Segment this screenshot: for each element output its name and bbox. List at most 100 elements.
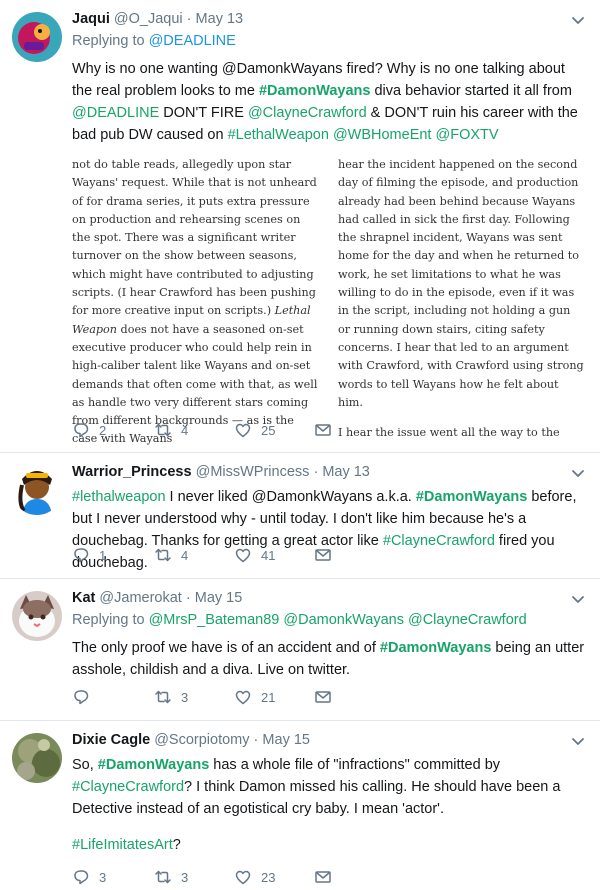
like-button[interactable]: 23 [234,868,314,886]
retweet-icon [154,868,181,886]
reply-button[interactable] [72,688,154,706]
tweet-text: The only proof we have is of an accident… [72,637,586,681]
mention-link[interactable]: @WBHomeEnt [333,127,432,143]
avatar[interactable] [12,465,62,515]
replying-to-label: Replying to [72,612,145,628]
display-name[interactable]: Warrior_Princess [72,464,192,480]
reply-icon [72,421,99,439]
text-segment: The only proof we have is of an accident… [72,640,380,656]
direct-message-button[interactable] [314,868,341,886]
article-paragraph: I hear the issue went all the way to the [338,426,560,440]
chevron-down-icon[interactable] [570,733,586,749]
text-segment: diva behavior started it all from [370,83,572,99]
direct-message-button[interactable] [314,546,341,564]
tweet-date[interactable]: May 15 [195,590,243,606]
reply-icon [72,688,99,706]
like-button[interactable]: 41 [234,546,314,564]
chevron-down-icon[interactable] [570,465,586,481]
retweet-button[interactable]: 4 [154,421,234,439]
text-segment: has a whole file of "infractions" commit… [209,757,501,773]
avatar[interactable] [12,733,62,783]
hashtag-link[interactable]: #DamonWayans [416,489,527,505]
article-text: not do table reads, allegedly upon star … [72,158,317,318]
reply-button[interactable]: 1 [72,546,154,564]
tweet[interactable]: Kat @Jamerokat · May 15 Replying to @Mrs… [0,579,600,721]
tweet-date[interactable]: May 13 [322,464,370,480]
tweet-date[interactable]: May 15 [262,732,310,748]
hashtag-link[interactable]: #ClayneCrawford [383,533,495,549]
like-count: 21 [261,689,276,705]
tweet-actions: 3 3 23 [72,857,341,890]
tweet-text-second-paragraph: #LifeImitatesArt? [72,834,586,856]
reply-button[interactable]: 3 [72,868,154,886]
display-name[interactable]: Jaqui [72,11,110,27]
hashtag-link[interactable]: #LifeImitatesArt [72,837,173,853]
separator-dot: · [185,590,191,606]
hashtag-link[interactable]: #DamonWayans [380,640,491,656]
article-paragraph: hear the incident happened on the second… [338,158,584,409]
envelope-icon [314,688,341,706]
retweet-count: 4 [181,547,189,563]
mention-link[interactable]: @DamonkWayans [283,612,404,628]
separator-dot: · [313,464,319,480]
separator-dot: · [253,732,259,748]
retweet-count: 3 [181,869,189,885]
user-handle[interactable]: @MissWPrincess [196,464,310,480]
mention-link[interactable]: @DEADLINE [72,105,159,121]
hashtag-link[interactable]: #lethalweapon [72,489,166,505]
reply-count: 2 [99,422,107,438]
direct-message-button[interactable] [314,421,341,439]
heart-icon [234,688,261,706]
display-name[interactable]: Dixie Cagle [72,732,150,748]
retweet-count: 4 [181,422,189,438]
replying-to-label: Replying to [72,33,145,49]
mention-link[interactable]: @DEADLINE [149,33,236,49]
like-button[interactable]: 25 [234,421,314,439]
hashtag-link[interactable]: #DamonWayans [98,757,209,773]
display-name[interactable]: Kat [72,590,95,606]
tweet-header: Dixie Cagle @Scorpiotomy · May 15 [72,731,586,750]
mention-link[interactable]: @FOXTV [436,127,499,143]
tweet-text: So, #DamonWayans has a whole file of "in… [72,754,586,820]
tweet[interactable]: Dixie Cagle @Scorpiotomy · May 15 So, #D… [0,721,600,890]
mention-link[interactable]: @MrsP_Bateman89 [149,612,280,628]
user-handle[interactable]: @Jamerokat [99,590,181,606]
tweet-header: Kat @Jamerokat · May 15 [72,589,586,608]
text-segment: DON'T FIRE [159,105,248,121]
reply-icon [72,546,99,564]
like-button[interactable]: 21 [234,688,314,706]
tweet-actions: 1 4 41 [72,535,341,575]
tweet-text: Why is no one wanting @DamonkWayans fire… [72,58,586,146]
retweet-button[interactable]: 4 [154,546,234,564]
hashtag-link[interactable]: #ClayneCrawford [72,779,184,795]
retweet-button[interactable]: 3 [154,868,234,886]
user-handle[interactable]: @O_Jaqui [114,11,183,27]
tweet-actions: 3 21 [72,677,341,717]
retweet-count: 3 [181,689,189,705]
avatar[interactable] [12,591,62,641]
retweet-button[interactable]: 3 [154,688,234,706]
heart-icon [234,868,261,886]
like-count: 25 [261,422,276,438]
tweet-date[interactable]: May 13 [196,11,244,27]
mention-link[interactable]: @ClayneCrawford [248,105,367,121]
heart-icon [234,546,261,564]
hashtag-link[interactable]: #DamonWayans [259,83,370,99]
user-handle[interactable]: @Scorpiotomy [154,732,249,748]
reply-count: 1 [99,547,107,563]
avatar[interactable] [12,12,62,62]
chevron-down-icon[interactable] [570,12,586,28]
mention-link[interactable]: @ClayneCrawford [408,612,527,628]
separator-dot: · [186,11,192,27]
tweet-feed: Jaqui @O_Jaqui · May 13 Replying to @DEA… [0,0,600,890]
chevron-down-icon[interactable] [570,591,586,607]
tweet[interactable]: Warrior_Princess @MissWPrincess · May 13… [0,453,600,579]
text-segment: ? [172,837,181,853]
tweet[interactable]: Jaqui @O_Jaqui · May 13 Replying to @DEA… [0,0,600,453]
reply-button[interactable]: 2 [72,421,154,439]
direct-message-button[interactable] [314,688,341,706]
like-count: 23 [261,869,276,885]
text-segment: I never liked @DamonkWayans a.k.a. [165,489,416,505]
hashtag-link[interactable]: #LethalWeapon [228,127,329,143]
envelope-icon [314,868,341,886]
